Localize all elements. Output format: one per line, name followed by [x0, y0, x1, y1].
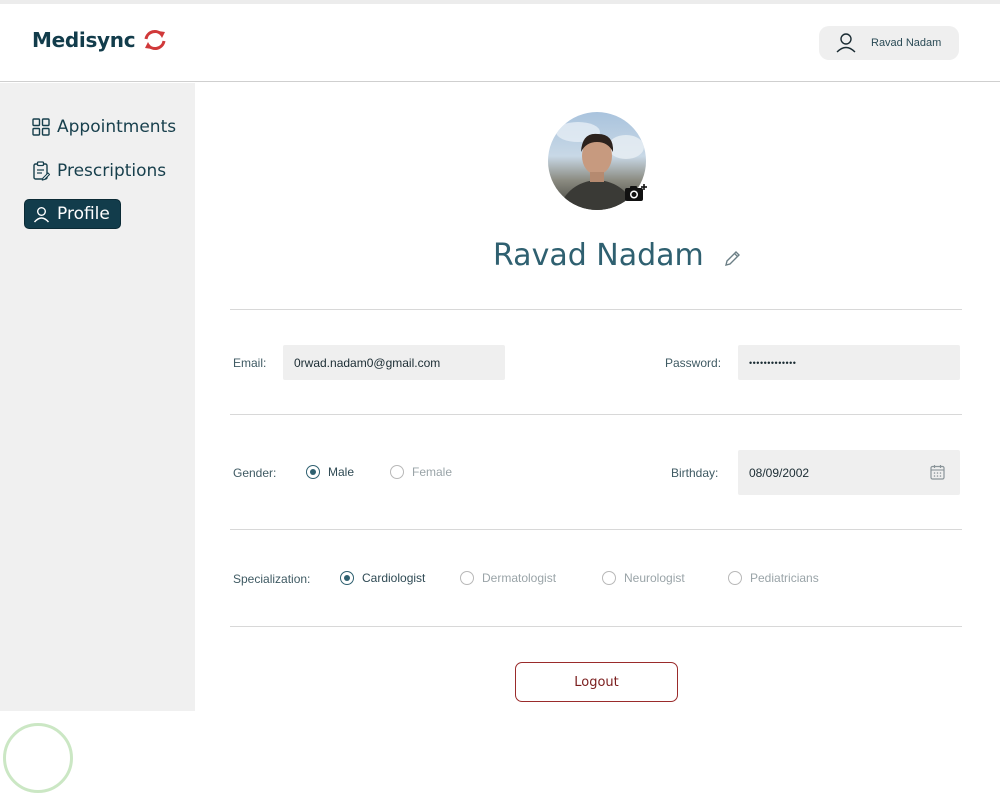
section-divider — [230, 414, 962, 415]
sidebar-item-label: Appointments — [57, 117, 177, 137]
email-value: 0rwad.nadam0@gmail.com — [294, 355, 441, 370]
password-value: ••••••••••••• — [749, 357, 797, 368]
sidebar: Appointments Prescriptions Profile — [0, 83, 195, 793]
sidebar-item-profile[interactable]: Profile — [24, 199, 121, 229]
profile-name: Ravad Nadam — [493, 238, 704, 273]
gender-radio-female[interactable]: Female — [390, 465, 452, 479]
radio-dot — [602, 571, 616, 585]
radio-label: Male — [328, 465, 355, 479]
radio-dot — [728, 571, 742, 585]
password-field[interactable]: ••••••••••••• — [738, 345, 960, 380]
section-divider — [230, 529, 962, 530]
clipboard-icon — [33, 161, 50, 181]
edit-pencil-icon[interactable] — [723, 248, 743, 268]
password-label: Password: — [665, 356, 722, 370]
specialization-radio-cardiologist[interactable]: Cardiologist — [340, 571, 425, 585]
radio-dot — [306, 465, 320, 479]
radio-label: Pediatricians — [750, 571, 819, 585]
sidebar-item-prescriptions[interactable]: Prescriptions — [24, 156, 174, 186]
radio-label: Dermatologist — [482, 571, 557, 585]
sidebar-item-label: Profile — [57, 204, 110, 224]
specialization-radio-pediatricians[interactable]: Pediatricians — [728, 571, 819, 585]
birthday-value: 08/09/2002 — [749, 465, 810, 480]
logout-button[interactable]: Logout — [515, 662, 678, 702]
radio-label: Neurologist — [624, 571, 685, 585]
sync-arrows-icon — [144, 30, 166, 50]
section-divider — [230, 309, 962, 310]
top-header: Medisync Ravad Nadam — [0, 4, 1000, 82]
specialization-label: Specialization: — [233, 572, 311, 586]
app-logo[interactable]: Medisync — [32, 28, 169, 52]
gender-label: Gender: — [233, 466, 277, 480]
sidebar-item-appointments[interactable]: Appointments — [24, 112, 184, 142]
radio-dot — [460, 571, 474, 585]
watermark-logo — [3, 723, 73, 793]
user-icon — [836, 33, 856, 53]
email-label: Email: — [233, 356, 267, 370]
grid-icon — [32, 118, 50, 136]
user-menu-button[interactable]: Ravad Nadam — [819, 26, 959, 60]
camera-add-icon[interactable] — [624, 183, 648, 203]
section-divider — [230, 626, 962, 627]
gender-radio-male[interactable]: Male — [306, 465, 354, 479]
radio-label: Cardiologist — [362, 571, 426, 585]
birthday-date-field[interactable]: 08/09/2002 — [738, 450, 960, 495]
user-icon — [33, 206, 50, 222]
email-field[interactable]: 0rwad.nadam0@gmail.com — [283, 345, 505, 380]
radio-dot — [340, 571, 354, 585]
radio-dot — [390, 465, 404, 479]
radio-label: Female — [412, 465, 453, 479]
birthday-label: Birthday: — [671, 466, 719, 480]
specialization-radio-dermatologist[interactable]: Dermatologist — [460, 571, 556, 585]
specialization-radio-neurologist[interactable]: Neurologist — [602, 571, 685, 585]
logo-text: Medisync — [32, 28, 136, 52]
profile-page: Ravad Nadam Email: 0rwad.nadam0@gmail.co… — [195, 83, 1000, 711]
calendar-icon[interactable] — [930, 464, 945, 480]
sidebar-item-label: Prescriptions — [57, 161, 167, 181]
user-name: Ravad Nadam — [871, 37, 942, 49]
